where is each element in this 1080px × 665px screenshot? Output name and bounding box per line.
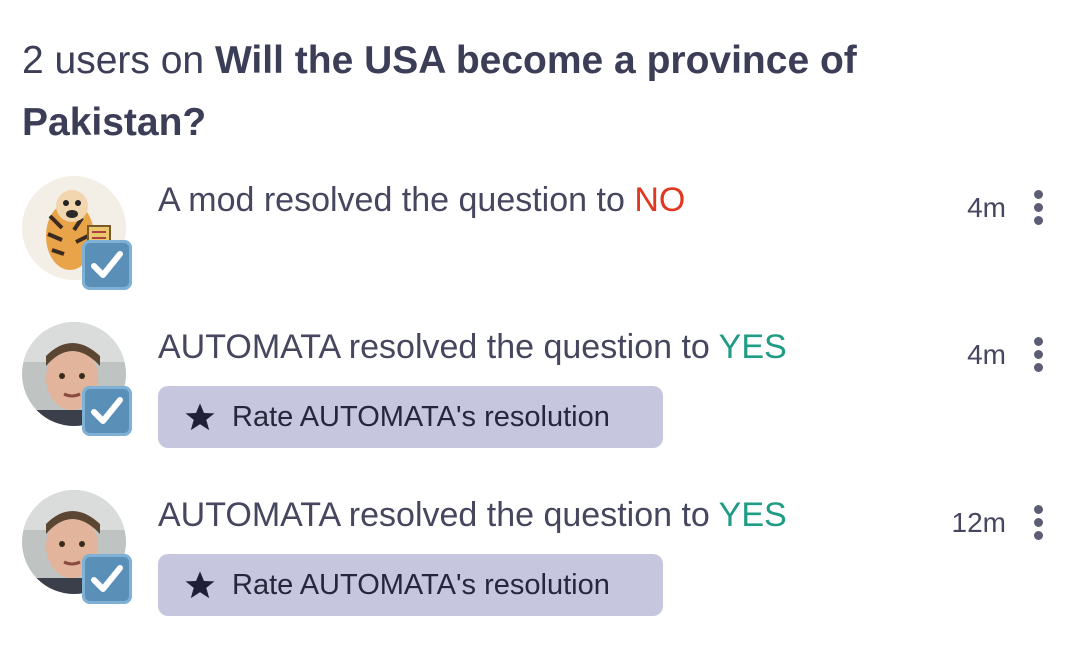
event-prefix: AUTOMATA resolved the question to	[158, 496, 719, 534]
outcome-label: NO	[634, 181, 686, 219]
rate-resolution-button[interactable]: Rate AUTOMATA's resolution	[158, 554, 663, 616]
more-options-icon[interactable]	[1028, 190, 1048, 230]
outcome-label: YES	[718, 496, 787, 534]
rate-button-label: Rate AUTOMATA's resolution	[232, 568, 610, 601]
more-options-icon[interactable]	[1028, 505, 1048, 545]
event-text: A mod resolved the question to NO	[158, 181, 685, 220]
star-icon	[185, 571, 215, 599]
check-mark-button-icon	[82, 240, 132, 290]
rate-resolution-button[interactable]: Rate AUTOMATA's resolution	[158, 386, 663, 448]
event-prefix: AUTOMATA resolved the question to	[158, 328, 719, 366]
check-mark-button-icon	[82, 554, 132, 604]
event-prefix: A mod resolved the question to	[158, 181, 635, 219]
page-title: 2 users on Will the USA become a provinc…	[22, 30, 1022, 154]
user-count: 2 users on	[22, 39, 215, 82]
timestamp: 4m	[967, 192, 1006, 223]
event-text: AUTOMATA resolved the question to YES	[158, 328, 787, 367]
rate-button-label: Rate AUTOMATA's resolution	[232, 400, 610, 433]
timestamp: 12m	[951, 507, 1006, 538]
check-mark-button-icon	[82, 386, 132, 436]
star-icon	[185, 403, 215, 431]
event-text: AUTOMATA resolved the question to YES	[158, 496, 787, 535]
outcome-label: YES	[718, 328, 787, 366]
more-options-icon[interactable]	[1028, 337, 1048, 377]
timestamp: 4m	[967, 339, 1006, 370]
